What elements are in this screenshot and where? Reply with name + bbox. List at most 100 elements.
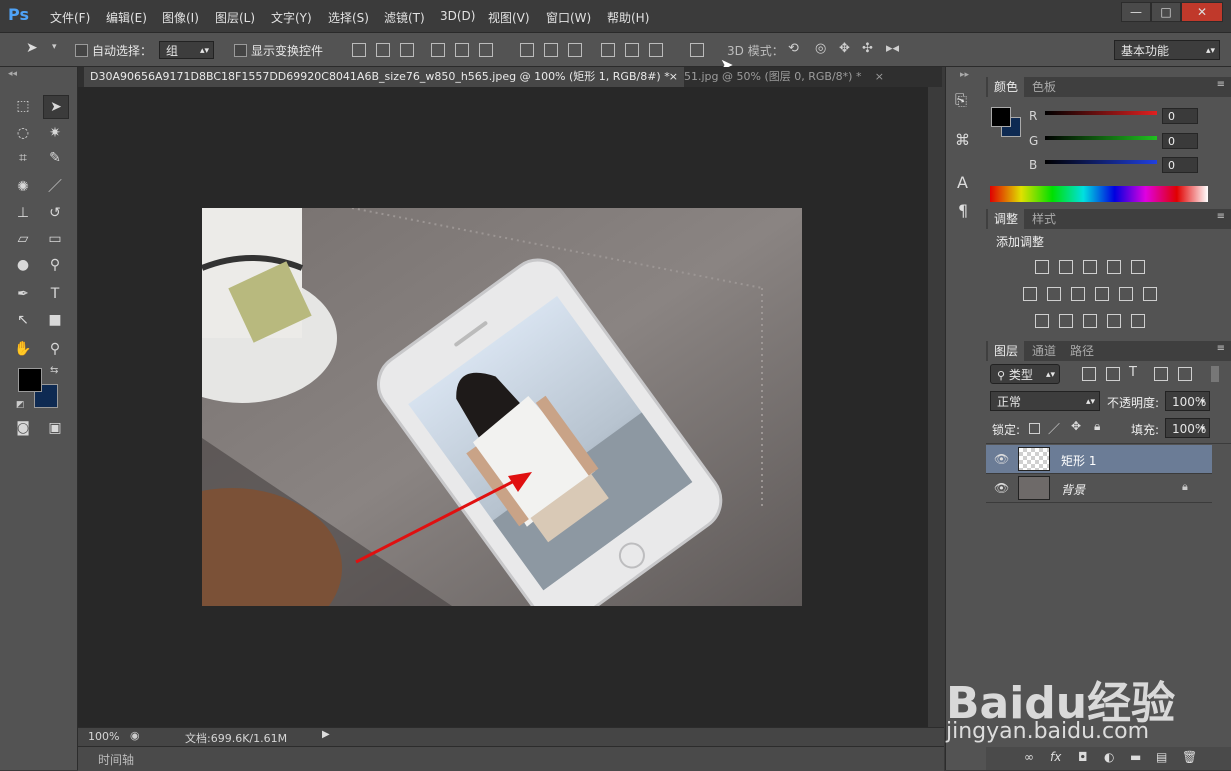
align-top-icon[interactable] — [352, 43, 366, 57]
black-white-icon[interactable] — [1071, 287, 1085, 301]
tab-layers[interactable]: 图层 — [988, 341, 1025, 361]
photo-filter-icon[interactable] — [1095, 287, 1109, 301]
filter-adjustment-icon[interactable] — [1106, 367, 1120, 381]
auto-align-icon[interactable] — [690, 43, 704, 57]
brush-tool-icon[interactable]: ／ — [43, 176, 67, 198]
properties-panel-icon[interactable]: ⌘ — [955, 131, 970, 149]
crop-tool-icon[interactable]: ⌗ — [11, 147, 35, 169]
layer-row[interactable]: 👁︎ 背景 🔒︎ — [986, 474, 1212, 503]
tab-channels[interactable]: 通道 — [1026, 341, 1062, 361]
spot-healing-tool-icon[interactable]: ✺ — [11, 176, 35, 198]
lock-transparent-icon[interactable] — [1029, 423, 1040, 434]
align-vcenter-icon[interactable] — [376, 43, 390, 57]
default-colors-icon[interactable]: ◩ — [16, 400, 25, 410]
fx-icon[interactable]: fx — [1050, 750, 1061, 764]
rectangle-tool-icon[interactable]: ■ — [43, 309, 67, 331]
zoom-tool-icon[interactable]: ⚲ — [43, 338, 67, 360]
collapse-icon[interactable]: ◂◂ — [8, 69, 17, 79]
filter-pixel-icon[interactable] — [1082, 367, 1096, 381]
close-icon[interactable]: × — [669, 67, 678, 87]
distribute-hcenter-icon[interactable] — [625, 43, 639, 57]
distribute-left-icon[interactable] — [601, 43, 615, 57]
g-value-input[interactable]: 0 — [1162, 133, 1198, 149]
document-tab-active[interactable]: D30A90656A9171D8BC18F1557DD69920C8041A6B… — [84, 67, 684, 87]
move-tool-icon[interactable]: ➤ — [26, 40, 38, 56]
marquee-tool-icon[interactable]: ⬚ — [11, 95, 35, 117]
collapse-icon[interactable]: ▸▸ — [960, 70, 969, 80]
trash-icon[interactable]: 🗑︎ — [1182, 750, 1197, 764]
align-bottom-icon[interactable] — [400, 43, 414, 57]
lasso-tool-icon[interactable]: ◌ — [11, 122, 35, 144]
selective-color-icon[interactable] — [1107, 314, 1121, 328]
menu-3d[interactable]: 3D(D) — [440, 9, 475, 23]
paragraph-panel-icon[interactable]: ¶ — [958, 201, 968, 220]
workspace-dropdown[interactable]: 基本功能 ▴▾ — [1114, 40, 1220, 60]
panel-menu-icon[interactable]: ≡ — [1217, 211, 1225, 222]
new-adjustment-icon[interactable]: ◐ — [1104, 750, 1114, 764]
menu-type[interactable]: 文字(Y) — [271, 9, 312, 26]
align-hcenter-icon[interactable] — [455, 43, 469, 57]
filter-shape-icon[interactable] — [1154, 367, 1168, 381]
eye-icon[interactable]: 👁︎ — [994, 452, 1009, 466]
3d-roll-icon[interactable]: ◎ — [815, 41, 826, 56]
r-slider[interactable] — [1045, 111, 1157, 115]
menu-window[interactable]: 窗口(W) — [546, 9, 591, 26]
foreground-color-chip[interactable] — [991, 107, 1011, 127]
vertical-scrollbar[interactable] — [928, 87, 944, 727]
lock-all-icon[interactable]: 🔒︎ — [1094, 419, 1100, 434]
menu-edit[interactable]: 编辑(E) — [106, 9, 147, 26]
b-value-input[interactable]: 0 — [1162, 157, 1198, 173]
gradient-map-icon[interactable] — [1131, 314, 1145, 328]
3d-drag-icon[interactable]: ✥ — [839, 41, 850, 56]
levels-icon[interactable] — [1059, 260, 1073, 274]
posterize-icon[interactable] — [1059, 314, 1073, 328]
close-button[interactable]: ✕ — [1181, 2, 1223, 22]
close-icon[interactable]: × — [875, 67, 884, 87]
menu-help[interactable]: 帮助(H) — [607, 9, 649, 26]
tab-swatches[interactable]: 色板 — [1026, 77, 1062, 97]
color-balance-icon[interactable] — [1047, 287, 1061, 301]
new-layer-icon[interactable]: ▤ — [1156, 750, 1167, 764]
lock-position-icon[interactable]: ✥ — [1071, 419, 1081, 433]
auto-select-checkbox[interactable] — [75, 44, 88, 57]
zoom-level[interactable]: 100% — [88, 730, 119, 743]
distribute-bottom-icon[interactable] — [568, 43, 582, 57]
eye-icon[interactable]: 👁︎ — [994, 481, 1009, 495]
path-select-tool-icon[interactable]: ↖ — [11, 309, 35, 331]
gradient-tool-icon[interactable]: ▭ — [43, 228, 67, 250]
tab-paths[interactable]: 路径 — [1064, 341, 1100, 361]
menu-image[interactable]: 图像(I) — [162, 9, 199, 26]
new-group-icon[interactable]: ▬ — [1130, 750, 1141, 764]
exposure-icon[interactable] — [1107, 260, 1121, 274]
vibrance-icon[interactable] — [1131, 260, 1145, 274]
g-slider[interactable] — [1045, 136, 1157, 140]
chevron-down-icon[interactable]: ▾ — [52, 42, 57, 52]
distribute-top-icon[interactable] — [520, 43, 534, 57]
hue-saturation-icon[interactable] — [1023, 287, 1037, 301]
hand-tool-icon[interactable]: ✋ — [11, 338, 35, 360]
3d-scale-icon[interactable]: ▸◂ — [886, 41, 899, 56]
b-slider[interactable] — [1045, 160, 1157, 164]
color-lookup-icon[interactable] — [1143, 287, 1157, 301]
layer-name[interactable]: 矩形 1 — [1061, 452, 1096, 469]
invert-icon[interactable] — [1035, 314, 1049, 328]
color-spectrum[interactable] — [990, 186, 1208, 202]
align-left-icon[interactable] — [431, 43, 445, 57]
eraser-tool-icon[interactable]: ▱ — [11, 228, 35, 250]
pen-tool-icon[interactable]: ✒ — [11, 283, 35, 305]
3d-slide-icon[interactable]: ✣ — [862, 41, 873, 56]
type-tool-icon[interactable]: T — [43, 283, 67, 305]
link-layers-icon[interactable]: ∞ — [1024, 750, 1034, 764]
filter-smart-object-icon[interactable] — [1178, 367, 1192, 381]
show-transform-checkbox[interactable] — [234, 44, 247, 57]
history-brush-tool-icon[interactable]: ↺ — [43, 202, 67, 224]
brightness-contrast-icon[interactable] — [1035, 260, 1049, 274]
opacity-input[interactable]: 100% ▾ — [1165, 391, 1210, 411]
distribute-vcenter-icon[interactable] — [544, 43, 558, 57]
threshold-icon[interactable] — [1083, 314, 1097, 328]
fill-input[interactable]: 100% ▾ — [1165, 418, 1210, 438]
layer-row-selected[interactable]: 👁︎ 矩形 1 — [986, 445, 1212, 474]
timeline-tab[interactable]: 时间轴 — [98, 751, 134, 768]
filter-type-icon[interactable]: T — [1129, 365, 1137, 380]
eyedropper-tool-icon[interactable]: ✎ — [43, 147, 67, 169]
